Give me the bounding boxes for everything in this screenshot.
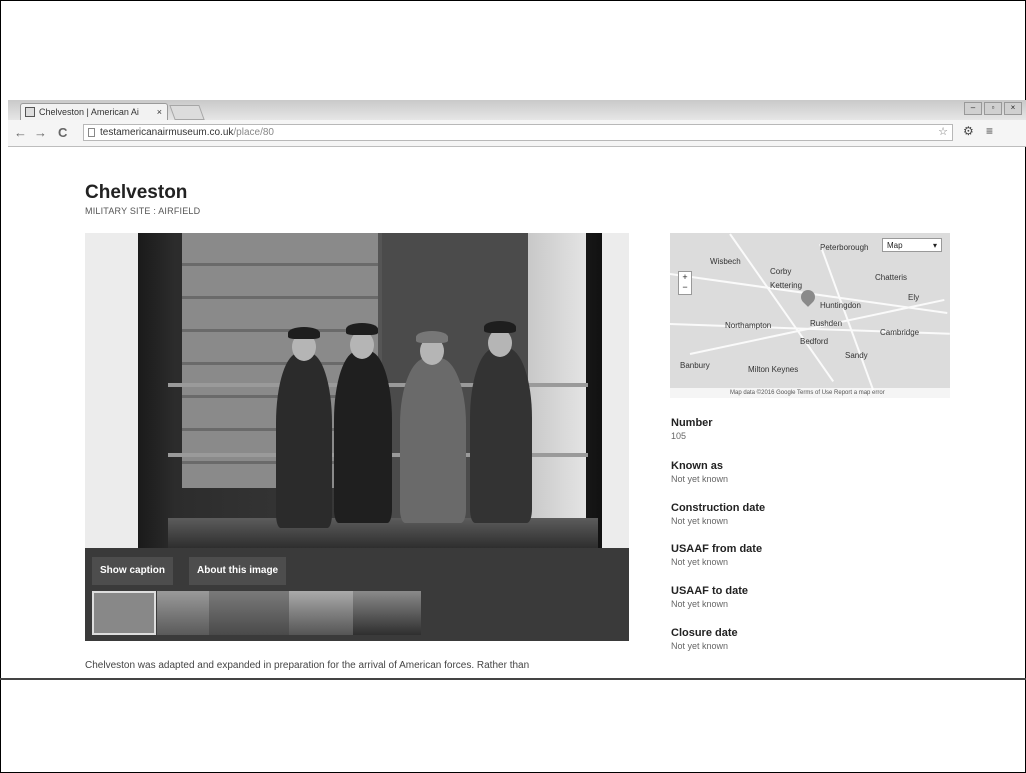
location-pin-icon[interactable] <box>798 287 818 307</box>
page-title: Chelveston <box>85 182 188 203</box>
map-label: Corby <box>770 267 792 276</box>
reload-button[interactable]: C <box>58 125 67 141</box>
page-subtitle: MILITARY SITE : AIRFIELD <box>85 206 201 216</box>
map-label: Sandy <box>845 351 868 360</box>
thumbnail-3[interactable] <box>209 591 289 635</box>
close-window-button[interactable]: × <box>1004 102 1022 115</box>
browser-tab[interactable]: Chelveston | American Ai × <box>20 103 168 120</box>
fact-label: USAAF from date <box>671 543 763 555</box>
divider <box>0 678 1026 680</box>
photo-figure <box>400 358 466 523</box>
fact-label: Known as <box>671 460 723 472</box>
fact-label: Construction date <box>671 502 766 514</box>
photo-figure <box>470 348 532 523</box>
map-label: Chatteris <box>875 273 908 282</box>
thumbnail-5[interactable] <box>353 591 421 635</box>
image-gallery: Show caption About this image <box>85 233 629 641</box>
fact-construction-date: Construction date Not yet known <box>671 502 765 526</box>
photo-figure-hat <box>346 323 378 335</box>
menu-icon[interactable]: ≡ <box>986 124 993 138</box>
map-label: Banbury <box>680 361 710 370</box>
fact-value: Not yet known <box>671 641 729 651</box>
url-path: /place/80 <box>233 127 274 138</box>
photo-figure-hat <box>288 327 320 339</box>
photo-figure <box>276 353 332 528</box>
photo-figure-head <box>350 331 374 359</box>
photo-figure-hat <box>484 321 516 333</box>
forward-button[interactable]: → <box>34 125 47 141</box>
fact-value: Not yet known <box>671 557 729 567</box>
photo-figure <box>334 351 392 523</box>
new-tab-button[interactable] <box>169 105 205 120</box>
fact-label: Closure date <box>671 627 738 639</box>
site-description: Chelveston was adapted and expanded in p… <box>85 660 530 671</box>
map-label: Northampton <box>725 321 772 330</box>
maximize-button[interactable]: ▫ <box>984 102 1002 115</box>
map-label: Bedford <box>800 337 829 346</box>
address-bar[interactable]: testamericanairmuseum.co.uk/place/80 ☆ <box>83 124 953 141</box>
fact-label: Number <box>671 417 713 429</box>
main-photo[interactable] <box>138 233 602 548</box>
show-caption-button[interactable]: Show caption <box>92 557 173 585</box>
tab-close-icon[interactable]: × <box>157 104 162 120</box>
map-type-select[interactable]: Map ▾ <box>882 238 942 252</box>
map-zoom-control: + − <box>678 271 692 295</box>
fact-known-as: Known as Not yet known <box>671 460 728 484</box>
page-icon <box>88 128 95 137</box>
extension-gear-icon[interactable]: ⚙ <box>963 124 974 138</box>
map-label: Kettering <box>770 281 803 290</box>
fact-number: Number 105 <box>671 417 713 441</box>
fact-value: 105 <box>671 431 687 441</box>
map-road <box>729 233 835 383</box>
url-host: testamericanairmuseum.co.uk <box>100 127 234 138</box>
caption-bar: Show caption About this image <box>85 548 629 641</box>
browser-toolbar: ← → C testamericanairmuseum.co.uk/place/… <box>8 120 1026 147</box>
window-controls: – ▫ × <box>964 102 1022 115</box>
map-label: Peterborough <box>820 243 869 252</box>
map-label: Rushden <box>810 319 843 328</box>
fact-value: Not yet known <box>671 516 729 526</box>
map-attribution[interactable]: Map data ©2016 Google Terms of Use Repor… <box>670 388 950 398</box>
fact-label: USAAF to date <box>671 585 748 597</box>
fact-value: Not yet known <box>671 599 729 609</box>
map-label: Huntingdon <box>820 301 861 310</box>
map-label: Cambridge <box>880 328 920 337</box>
map-label: Wisbech <box>710 257 741 266</box>
thumbnail-4[interactable] <box>289 591 353 635</box>
thumbnail-1[interactable] <box>92 591 156 635</box>
zoom-out-button[interactable]: − <box>679 282 691 292</box>
location-map[interactable]: Peterborough Wisbech Corby Kettering Hun… <box>670 233 950 398</box>
map-label: Milton Keynes <box>748 365 799 374</box>
tab-title: Chelveston | American Ai <box>39 107 139 117</box>
fact-value: Not yet known <box>671 474 729 484</box>
browser-tab-strip: Chelveston | American Ai × – ▫ × <box>8 100 1026 120</box>
map-type-value: Map <box>887 241 903 250</box>
back-button[interactable]: ← <box>14 125 27 141</box>
fact-usaaf-to-date: USAAF to date Not yet known <box>671 585 748 609</box>
thumbnail-2[interactable] <box>157 591 209 635</box>
zoom-in-button[interactable]: + <box>679 272 691 282</box>
about-image-button[interactable]: About this image <box>189 557 287 585</box>
favicon-icon <box>25 107 35 117</box>
map-label: Ely <box>908 293 920 302</box>
photo-figure-hat <box>416 331 448 343</box>
bookmark-star-icon[interactable]: ☆ <box>938 125 948 140</box>
photo-figure-head <box>488 329 512 357</box>
fact-closure-date: Closure date Not yet known <box>671 627 738 651</box>
fact-usaaf-from-date: USAAF from date Not yet known <box>671 543 762 567</box>
minimize-button[interactable]: – <box>964 102 982 115</box>
photo-column <box>528 233 586 548</box>
chevron-down-icon: ▾ <box>932 241 937 250</box>
